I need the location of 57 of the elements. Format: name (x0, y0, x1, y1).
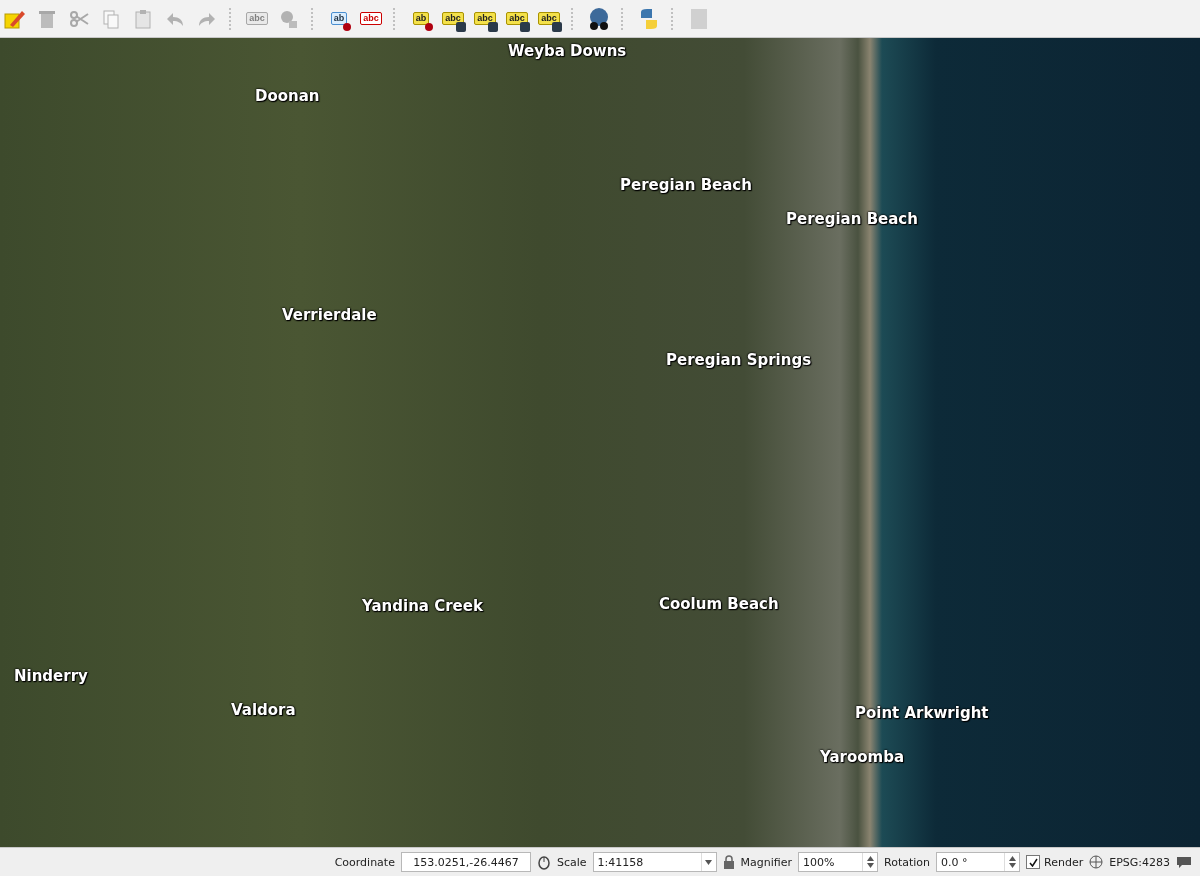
place-label: Peregian Beach (786, 210, 918, 228)
place-label: Ninderry (14, 667, 88, 685)
clipboard-icon (133, 8, 153, 29)
toolbar-button[interactable]: abc (358, 5, 384, 32)
scale-label: Scale (556, 855, 587, 869)
copy-icon (101, 8, 121, 29)
place-label: Verrierdale (282, 306, 377, 324)
up-arrow-icon[interactable] (1008, 856, 1016, 861)
scale-combo[interactable]: 1:41158 (592, 852, 717, 872)
toolbar-button[interactable]: ab (408, 5, 434, 32)
label-tool-icon: ab (330, 12, 348, 25)
message-icon[interactable] (1176, 855, 1192, 869)
trash-icon (37, 8, 57, 29)
place-label: Yaroomba (820, 748, 905, 766)
down-arrow-icon[interactable] (1008, 863, 1016, 868)
coordinate-field[interactable]: 153.0251,-26.4467 (400, 852, 531, 872)
label-tool-icon: ab (412, 12, 430, 25)
toolbar-button[interactable]: abc (440, 5, 466, 32)
up-arrow-icon[interactable] (866, 856, 874, 861)
rotation-label: Rotation (884, 855, 931, 869)
toolbar-button[interactable]: abc (472, 5, 498, 32)
render-label: Render (1044, 855, 1084, 869)
label-tool-icon: abc (474, 12, 496, 25)
crs-button[interactable]: EPSG:4283 (1109, 855, 1170, 869)
label-tool-icon: abc (360, 12, 382, 25)
mouse-icon[interactable] (536, 854, 551, 870)
dot-icon (343, 22, 351, 31)
place-label: Peregian Springs (666, 351, 812, 369)
render-checkbox[interactable] (1026, 855, 1041, 869)
place-label: Coolum Beach (659, 595, 779, 613)
globe-binoculars-icon (587, 6, 611, 31)
magnifier-label: Magnifier (740, 855, 792, 869)
label-tool-icon: abc (506, 12, 528, 25)
toolbar-button[interactable]: abc (536, 5, 562, 32)
toolbar-button[interactable]: abc (504, 5, 530, 32)
check-icon (1028, 857, 1038, 867)
magnifier-spinbox[interactable]: 100% (798, 852, 878, 872)
place-label: Doonan (255, 87, 320, 105)
coordinate-label: Coordinate (334, 855, 395, 869)
label-tool-icon: abc (442, 12, 464, 25)
label-tool-icon: abc (246, 12, 268, 25)
place-label: Weyba Downs (508, 42, 627, 60)
down-arrow-icon[interactable] (705, 859, 713, 865)
satellite-map[interactable]: Weyba Downs Doonan Peregian Beach Peregian Beach Verrierdale Peregian Springs Yandina Creek Coolum Beach Ninderry Valdora Point Arkwright Yaroomba (0, 38, 1200, 847)
toolbar-button[interactable]: ab (326, 5, 352, 32)
place-label: Peregian Beach (620, 176, 752, 194)
scissors-icon (69, 8, 89, 29)
globe-icon[interactable] (1089, 855, 1104, 869)
python-icon (638, 7, 660, 30)
down-arrow-icon[interactable] (866, 863, 874, 868)
place-label: Valdora (231, 701, 296, 719)
label-tool-icon: abc (538, 12, 560, 25)
dot-icon (425, 22, 433, 31)
place-label: Yandina Creek (362, 597, 483, 615)
lock-icon[interactable] (722, 855, 735, 869)
place-label: Point Arkwright (855, 704, 989, 722)
rotation-spinbox[interactable]: 0.0 ° (936, 852, 1021, 872)
